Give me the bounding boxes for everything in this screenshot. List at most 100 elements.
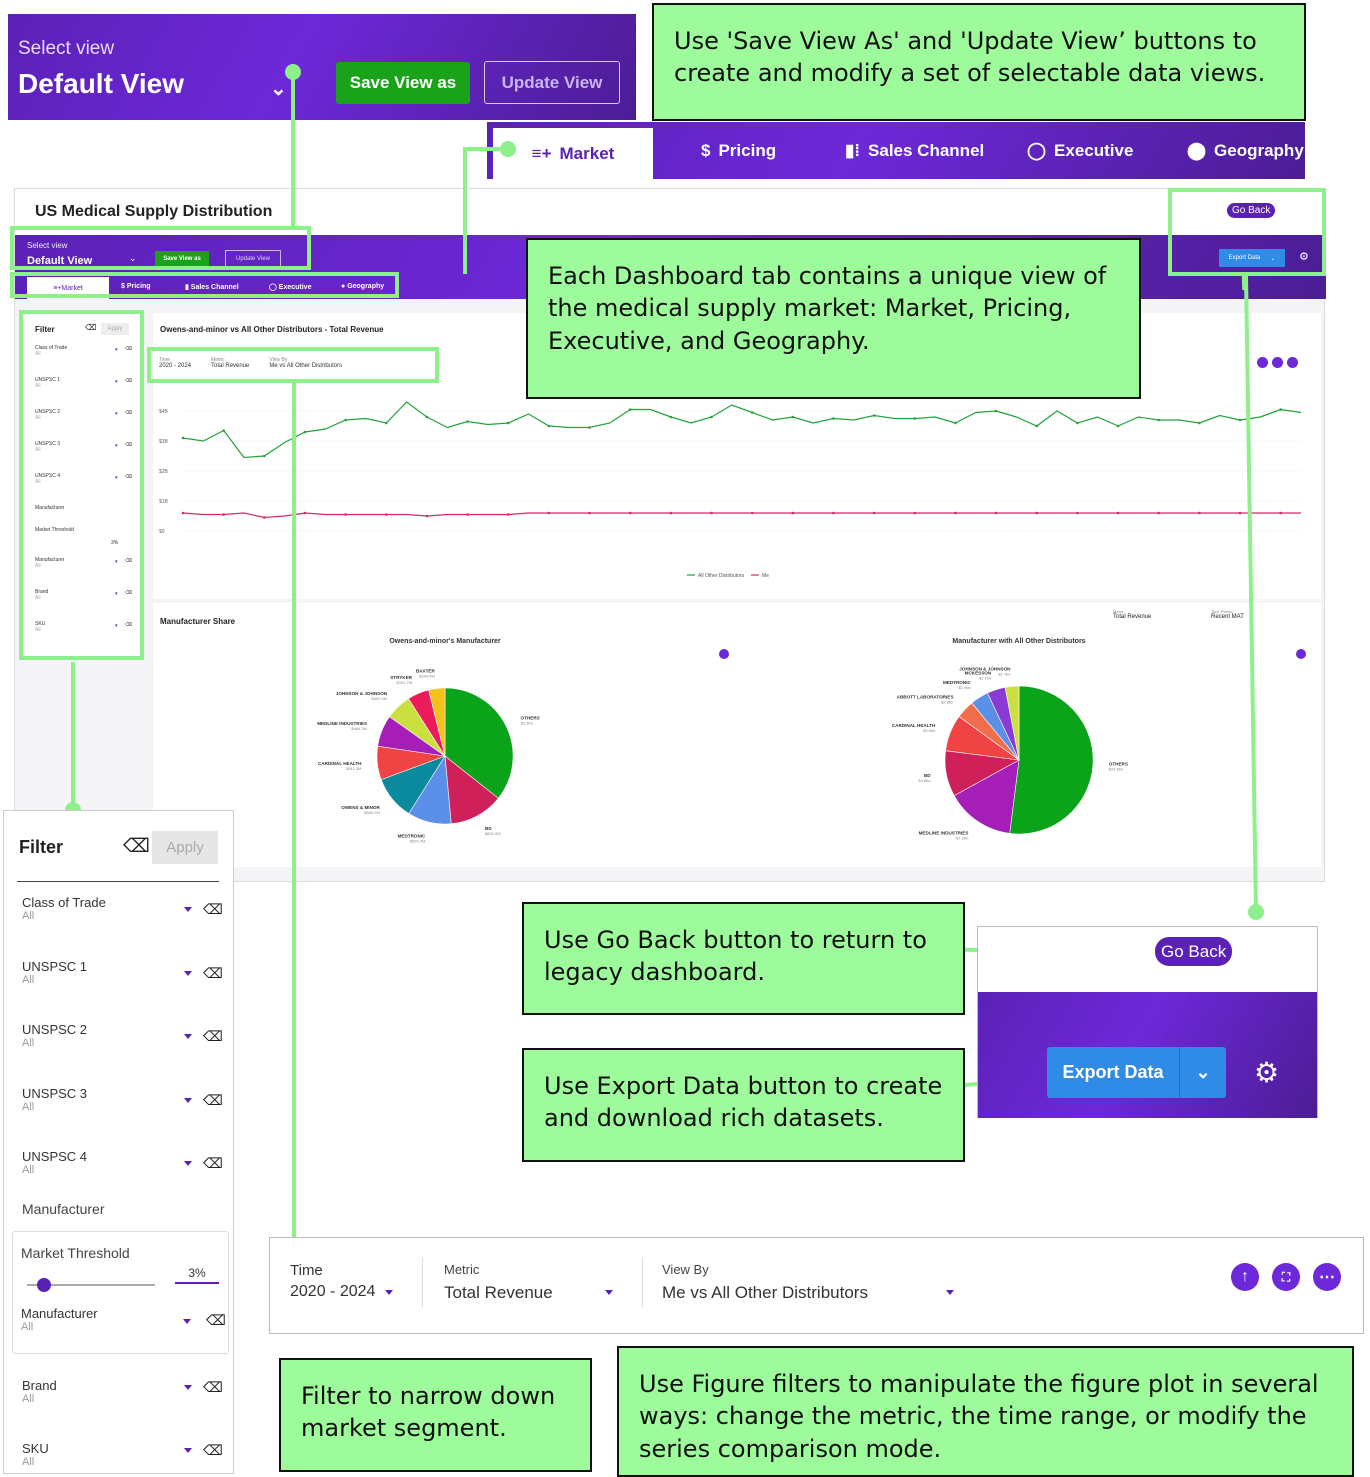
viewby-filter[interactable]: View By Me vs All Other Distributors (662, 1262, 962, 1303)
eraser-icon[interactable]: ⌫ (206, 1312, 226, 1329)
data-point (222, 513, 225, 516)
sku-filter[interactable]: SKU All ⌫ (22, 1441, 223, 1468)
data-point (344, 513, 347, 516)
eraser-icon[interactable]: ⌫ (203, 1379, 223, 1396)
filter-row-label: UNSPSC 1 (22, 958, 88, 974)
slider-handle[interactable] (36, 1278, 51, 1292)
caret-down-icon[interactable] (184, 1448, 192, 1453)
export-data-button[interactable]: Export Data ⌄ (1047, 1047, 1226, 1098)
caret-down-icon[interactable] (184, 1097, 192, 1103)
caret-down-icon[interactable] (184, 1161, 192, 1166)
pie-value: $1.9bn (959, 685, 971, 690)
highlight-figure-filters (147, 347, 439, 383)
data-point (384, 421, 388, 425)
data-point (913, 511, 917, 515)
divider (17, 881, 219, 882)
filter-row[interactable]: UNSPSC 1 All ⌫ (22, 958, 223, 986)
chevron-down-icon[interactable]: ⌄ (1180, 1062, 1226, 1083)
manufacturer-filter[interactable]: Manufacturer All ⌫ (21, 1306, 226, 1333)
filter-row[interactable]: UNSPSC 4 All ⌫ (22, 1149, 223, 1176)
data-point (506, 513, 510, 516)
connector-dot (1248, 904, 1264, 920)
manufacturer-heading: Manufacturer (22, 1201, 105, 1217)
callout-filter: Filter to narrow down market segment. (279, 1358, 592, 1472)
data-point (1116, 511, 1120, 515)
eraser-icon[interactable]: ⌫ (203, 1442, 223, 1459)
tab-pricing-label: Pricing (718, 141, 777, 160)
select-view-banner: Select view Default View ⌄ Save View as … (8, 14, 636, 120)
pie-value: $4.8bn (918, 778, 930, 783)
fullscreen-icon[interactable]: ⛶ (1272, 1263, 1300, 1291)
pie-value: $3.8bn (923, 728, 935, 733)
data-point (750, 511, 754, 515)
filter-row-value: All (22, 1164, 35, 1176)
pie-value: $331.7M (396, 680, 412, 685)
goback-export-zoom: Go Back Export Data ⌄ ⚙ (977, 926, 1318, 1118)
arrow-up-icon[interactable]: ↑ (1231, 1263, 1259, 1291)
go-back-button[interactable]: Go Back (1155, 937, 1233, 966)
brand-filter[interactable]: Brand All ⌫ (22, 1378, 223, 1405)
data-point (384, 513, 388, 516)
filter-row[interactable]: UNSPSC 2 All ⌫ (22, 1022, 223, 1049)
threshold-slider[interactable] (27, 1278, 155, 1292)
save-view-as-button[interactable]: Save View as (336, 62, 470, 104)
filter-row[interactable]: Class of Trade All ⌫ (22, 895, 223, 922)
pie-title: Manufacturer with All Other Distributors (952, 638, 1085, 645)
eraser-icon[interactable]: ⌫ (203, 1155, 223, 1172)
callout-goback: Use Go Back button to return to legacy d… (522, 902, 965, 1015)
filter-row[interactable]: UNSPSC 3 All ⌫ (22, 1086, 223, 1113)
pie-value: $665.2M (410, 839, 426, 844)
tab-executive-label: Executive (1054, 141, 1134, 160)
pie-value: $511.3M (346, 766, 361, 771)
caret-down-icon[interactable] (184, 907, 192, 912)
data-point (263, 454, 266, 458)
time-value: 2020 - 2024 (290, 1283, 376, 1300)
eraser-icon[interactable]: ⌫ (203, 1092, 223, 1109)
tab-geography[interactable]: ⬤ Geography (1187, 141, 1304, 161)
data-point (303, 511, 307, 515)
eraser-icon[interactable]: ⌫ (203, 1028, 223, 1045)
data-point (181, 511, 185, 515)
threshold-input[interactable]: 3% (175, 1266, 219, 1284)
tab-market-label: Market (559, 143, 615, 163)
y-tick-label: $0 (159, 529, 165, 535)
caret-down-icon[interactable] (184, 970, 192, 976)
caret-down-icon[interactable] (184, 1034, 192, 1039)
data-point (263, 516, 266, 519)
eraser-icon[interactable]: ⌫ (203, 965, 223, 982)
eraser-icon[interactable]: ⌫ (203, 901, 223, 918)
metric-filter[interactable]: Metric Total Revenue (444, 1262, 619, 1303)
gear-icon[interactable]: ⚙ (1254, 1056, 1279, 1089)
tab-market[interactable]: ≡+ Market (493, 128, 653, 179)
caret-down-icon[interactable] (184, 1385, 192, 1390)
callout-save-view: Use 'Save View As' and 'Update View’ but… (652, 3, 1306, 121)
data-point (954, 421, 957, 425)
data-point (425, 514, 429, 518)
tab-pricing[interactable]: $ Pricing (701, 141, 776, 161)
caret-down-icon[interactable] (183, 1319, 191, 1324)
pie-value: $1.7bn (979, 675, 991, 680)
tab-executive[interactable]: ◯ Executive (1027, 141, 1133, 161)
data-point (588, 511, 591, 515)
more-icon[interactable]: ⋯ (1313, 1263, 1341, 1291)
data-point (750, 411, 754, 414)
tab-sales-channel[interactable]: ▮⁞ Sales Channel (845, 141, 984, 161)
pie-value: $244.4M (419, 674, 435, 679)
filter-panel: Filter ⌫ Apply Manufacturer Market Thres… (3, 810, 234, 1474)
export-banner: Export Data ⌄ ⚙ (978, 992, 1317, 1118)
connector-dot (285, 64, 301, 80)
data-point (628, 408, 632, 411)
pie-title: Owens-and-minor's Manufacturer (389, 638, 501, 645)
pie-value: $2.8bn (941, 699, 953, 704)
update-view-button[interactable]: Update View (484, 61, 620, 104)
chart-legend: All Other Distributors Me (687, 573, 769, 579)
eraser-icon[interactable]: ⌫ (123, 835, 150, 858)
viewby-value: Me vs All Other Distributors (662, 1283, 868, 1302)
select-view-dropdown[interactable]: Default View ⌄ (18, 68, 293, 104)
highlight-select-view (10, 226, 311, 270)
brand-filter-value: All (22, 1393, 35, 1405)
more-icon[interactable] (1296, 649, 1306, 659)
more-icon[interactable] (719, 649, 729, 659)
time-filter[interactable]: Time 2020 - 2024 (290, 1262, 408, 1301)
apply-button[interactable]: Apply (152, 831, 218, 864)
